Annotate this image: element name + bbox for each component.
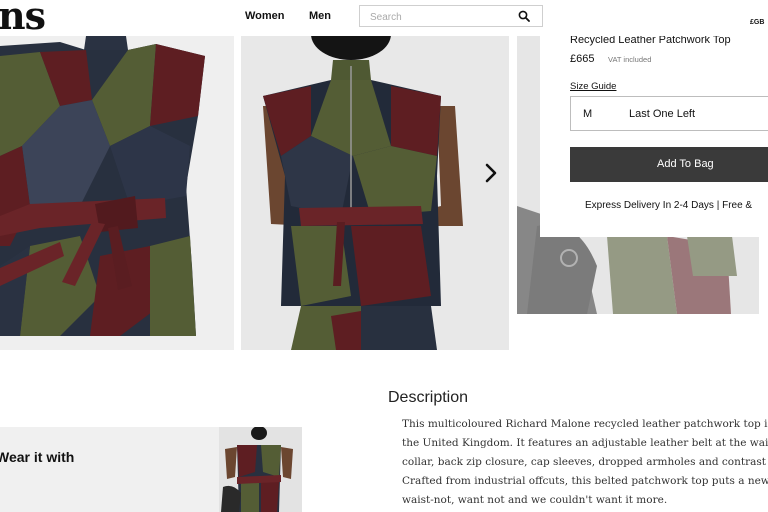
delivery-info: Express Delivery In 2-4 Days | Free &: [585, 200, 753, 211]
currency-selector[interactable]: £GB: [750, 19, 764, 26]
buy-panel: Recycled Leather Patchwork Top £665 VAT …: [540, 30, 768, 237]
wear-it-with-section: Wear it with: [0, 427, 302, 512]
description-line: This multicoloured Richard Malone recycl…: [402, 418, 768, 430]
search-box: [359, 5, 543, 27]
description-line: the United Kingdom. It features an adjus…: [402, 437, 768, 449]
stock-note: Last One Left: [629, 108, 696, 120]
size-select[interactable]: M Last One Left: [570, 96, 768, 131]
product-photo-front: [0, 36, 234, 350]
chevron-right-icon[interactable]: [480, 160, 502, 186]
nav-women[interactable]: Women: [245, 10, 285, 22]
nav-men[interactable]: Men: [309, 10, 331, 22]
wear-it-with-title: Wear it with: [0, 449, 75, 465]
product-image-front[interactable]: [0, 36, 234, 350]
wear-it-with-photo: [219, 427, 302, 512]
search-input[interactable]: [368, 8, 512, 26]
description-line: waist-not, want not and we couldn't want…: [402, 494, 668, 506]
description-line: collar, back zip closure, cap sleeves, d…: [402, 456, 768, 468]
site-logo[interactable]: ns: [0, 0, 46, 38]
wear-it-with-thumbnail[interactable]: [219, 427, 302, 512]
description-line: Crafted from industrial offcuts, this be…: [402, 475, 768, 487]
site-header: ns Women Men £GB: [0, 0, 768, 38]
size-selected-value: M: [583, 108, 593, 120]
product-price: £665: [570, 53, 595, 65]
description-heading: Description: [388, 389, 469, 406]
product-photo-back: [241, 36, 509, 350]
vat-note: VAT included: [608, 55, 652, 64]
size-guide-link[interactable]: Size Guide: [570, 81, 616, 92]
search-icon[interactable]: [518, 10, 530, 22]
add-to-bag-button[interactable]: Add To Bag: [570, 147, 768, 182]
product-image-back[interactable]: [241, 36, 509, 350]
description-body: This multicoloured Richard Malone recycl…: [402, 415, 768, 510]
